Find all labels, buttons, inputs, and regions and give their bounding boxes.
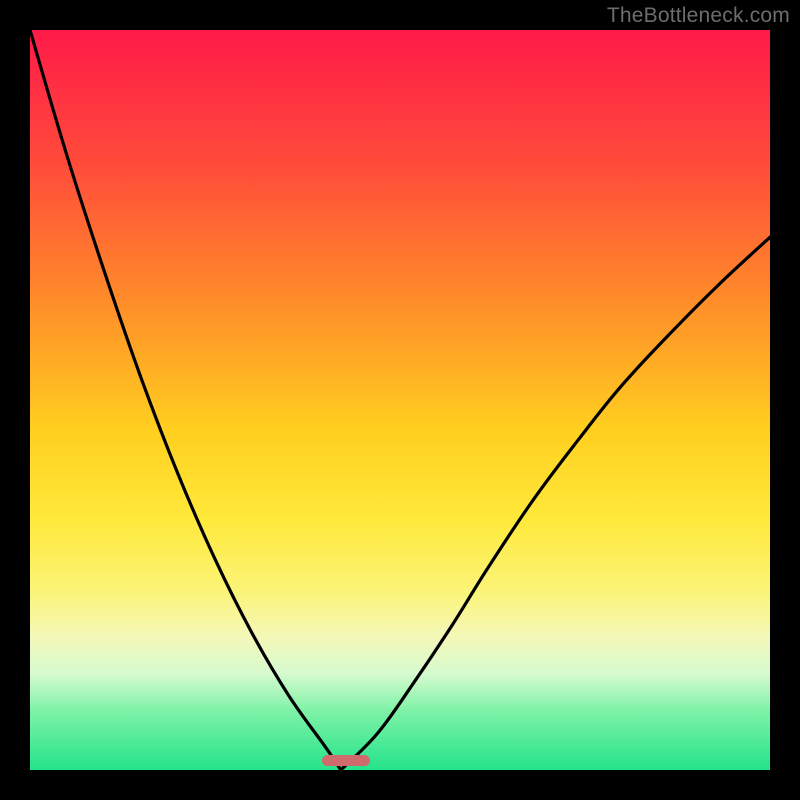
curve-path: [30, 30, 770, 770]
bottleneck-marker: [322, 755, 370, 766]
plot-area: [30, 30, 770, 770]
outer-frame: TheBottleneck.com: [0, 0, 800, 800]
bottleneck-curve: [30, 30, 770, 770]
watermark-text: TheBottleneck.com: [607, 4, 790, 28]
